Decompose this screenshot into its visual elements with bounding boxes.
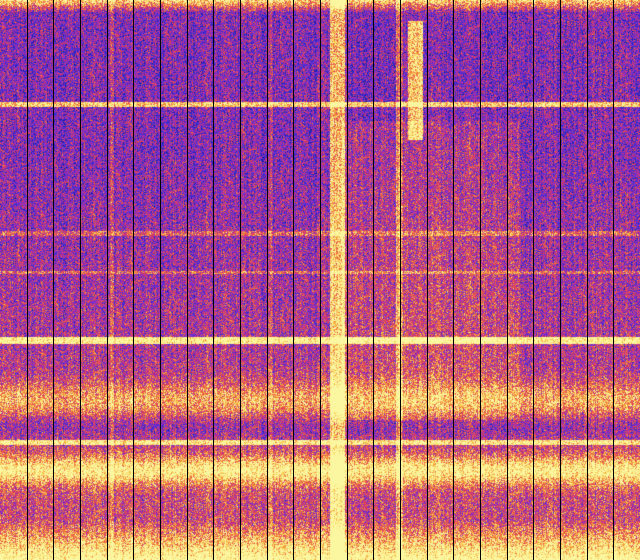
spectrogram-view <box>0 0 640 560</box>
time-column-separators <box>27 0 614 560</box>
